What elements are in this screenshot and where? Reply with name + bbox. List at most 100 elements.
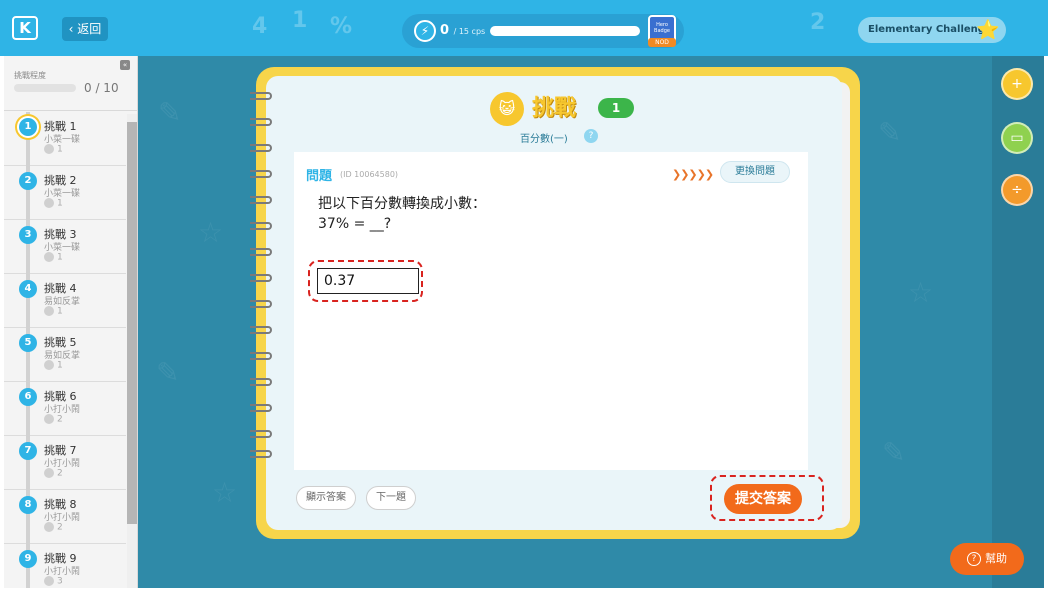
sidebar-item-challenge-1[interactable]: 1 挑戰 1 小菜一碟 1: [4, 112, 126, 166]
help-label: 幫助: [985, 552, 1007, 565]
question-id: (ID 10064580): [340, 170, 399, 179]
change-question-button[interactable]: 更換問題: [720, 161, 790, 183]
show-answer-button[interactable]: 顯示答案: [296, 486, 356, 510]
step-number: 6: [19, 388, 37, 406]
binder-ring: [250, 248, 272, 256]
hero-badge-sub: NOD: [648, 38, 676, 47]
formula-tool-icon[interactable]: ÷: [1001, 174, 1033, 206]
question-label: 問題: [306, 169, 333, 184]
sidebar-item-challenge-3[interactable]: 3 挑戰 3 小菜一碟 1: [4, 220, 126, 274]
coin-icon: [44, 360, 54, 370]
sidebar-item-challenge-2[interactable]: 2 挑戰 2 小菜一碟 1: [4, 166, 126, 220]
difficulty-arrows-icon: ❯❯❯❯❯: [672, 168, 714, 181]
coin-icon: [44, 414, 54, 424]
elementary-challenge-button[interactable]: Elementary Challenge ⭐: [858, 17, 1006, 43]
points-value: 2: [57, 414, 63, 425]
progress-label: 挑戰程度: [14, 71, 46, 80]
coin-icon: [44, 306, 54, 316]
topic-help-icon[interactable]: ?: [584, 129, 598, 143]
pattern-icon: ☆: [908, 276, 934, 309]
binder-ring: [250, 300, 272, 308]
points-value: 3: [57, 576, 63, 587]
binder-ring: [250, 144, 272, 152]
binder-ring: [250, 274, 272, 282]
toolbox-tool-icon[interactable]: ▭: [1001, 122, 1033, 154]
binder-ring: [250, 196, 272, 204]
binder-ring: [250, 326, 272, 334]
star-icon: ⭐: [976, 19, 1000, 41]
points-value: 1: [57, 252, 63, 263]
sidebar-item-challenge-6[interactable]: 6 挑戰 6 小打小鬧 2: [4, 382, 126, 436]
divider: [4, 110, 137, 111]
binder-ring: [250, 92, 272, 100]
item-points: 1: [44, 198, 63, 209]
score-text: 0 / 15 cps: [440, 23, 485, 38]
item-points: 2: [44, 522, 63, 533]
sidebar-item-challenge-4[interactable]: 4 挑戰 4 易如反掌 1: [4, 274, 126, 328]
points-value: 1: [57, 306, 63, 317]
step-number: 7: [19, 442, 37, 460]
collapse-sidebar-button[interactable]: «: [120, 60, 130, 70]
binder-ring: [250, 430, 272, 438]
points-value: 2: [57, 522, 63, 533]
lightning-icon: ⚡: [414, 20, 436, 42]
top-bar: K ‹ 返回 4 1 % 2 ⚡ 0 / 15 cps Hero Badge N…: [0, 0, 1048, 56]
sidebar-scrollbar[interactable]: [127, 114, 137, 588]
step-number: 5: [19, 334, 37, 352]
item-points: 1: [44, 144, 63, 155]
item-points: 2: [44, 468, 63, 479]
next-question-button[interactable]: 下一題: [366, 486, 416, 510]
binder-ring: [250, 404, 272, 412]
deco-percent: %: [330, 14, 353, 39]
help-button[interactable]: ? 幫助: [950, 543, 1024, 575]
coin-icon: [44, 576, 54, 586]
sidebar-progress-count: 0 / 10: [84, 81, 119, 95]
coin-icon: [44, 522, 54, 532]
binder-ring: [250, 378, 272, 386]
item-points: 1: [44, 252, 63, 263]
coin-icon: [44, 468, 54, 478]
scrollbar-thumb[interactable]: [127, 122, 137, 524]
step-number: 4: [19, 280, 37, 298]
points-value: 2: [57, 468, 63, 479]
score-panel: ⚡ 0 / 15 cps Hero Badge NOD: [402, 14, 684, 48]
deco-number: 1: [292, 8, 308, 33]
challenge-title: 挑戰: [532, 96, 577, 121]
coin-icon: [44, 198, 54, 208]
level-badge: 1: [598, 98, 634, 118]
challenge-list: 1 挑戰 1 小菜一碟 1 2 挑戰 2 小菜一碟 1 3 挑戰 3 小菜一碟 …: [4, 112, 126, 588]
step-number: 9: [19, 550, 37, 568]
pattern-icon: ☆: [198, 216, 224, 249]
item-points: 3: [44, 576, 63, 587]
sidebar-item-challenge-5[interactable]: 5 挑戰 5 易如反掌 1: [4, 328, 126, 382]
back-label: 返回: [77, 22, 102, 36]
answer-highlight: [308, 260, 423, 302]
score-unit: / 15 cps: [453, 27, 486, 36]
score-value: 0: [440, 23, 450, 38]
pattern-icon: ☆: [212, 476, 238, 509]
score-progress-bar: [490, 26, 640, 36]
deco-number: 2: [810, 10, 826, 35]
binder-ring: [250, 222, 272, 230]
pattern-icon: ✎: [878, 116, 902, 149]
hero-badge-text: Hero Badge: [654, 22, 670, 34]
app-logo[interactable]: K: [12, 16, 38, 40]
step-number: 8: [19, 496, 37, 514]
step-number: 1: [19, 118, 37, 136]
binder-ring: [250, 170, 272, 178]
sidebar-item-challenge-9[interactable]: 9 挑戰 9 小打小鬧 3: [4, 544, 126, 588]
mascot-icon: 😺: [490, 92, 524, 126]
calculator-tool-icon[interactable]: +: [1001, 68, 1033, 100]
submit-highlight: [710, 475, 824, 521]
deco-number: 4: [252, 14, 268, 39]
sidebar-progress-bar: [14, 84, 76, 92]
back-button[interactable]: ‹ 返回: [62, 17, 108, 41]
sidebar-item-challenge-7[interactable]: 7 挑戰 7 小打小鬧 2: [4, 436, 126, 490]
pattern-icon: ✎: [882, 436, 906, 469]
hero-badge-icon[interactable]: Hero Badge NOD: [648, 15, 676, 47]
challenge-label: Elementary Challenge: [868, 24, 992, 35]
binder-ring: [250, 450, 272, 458]
sidebar-item-challenge-8[interactable]: 8 挑戰 8 小打小鬧 2: [4, 490, 126, 544]
challenge-sidebar: 挑戰程度 « 0 / 10 1 挑戰 1 小菜一碟 1 2 挑戰 2 小菜一碟 …: [4, 56, 138, 588]
step-number: 2: [19, 172, 37, 190]
